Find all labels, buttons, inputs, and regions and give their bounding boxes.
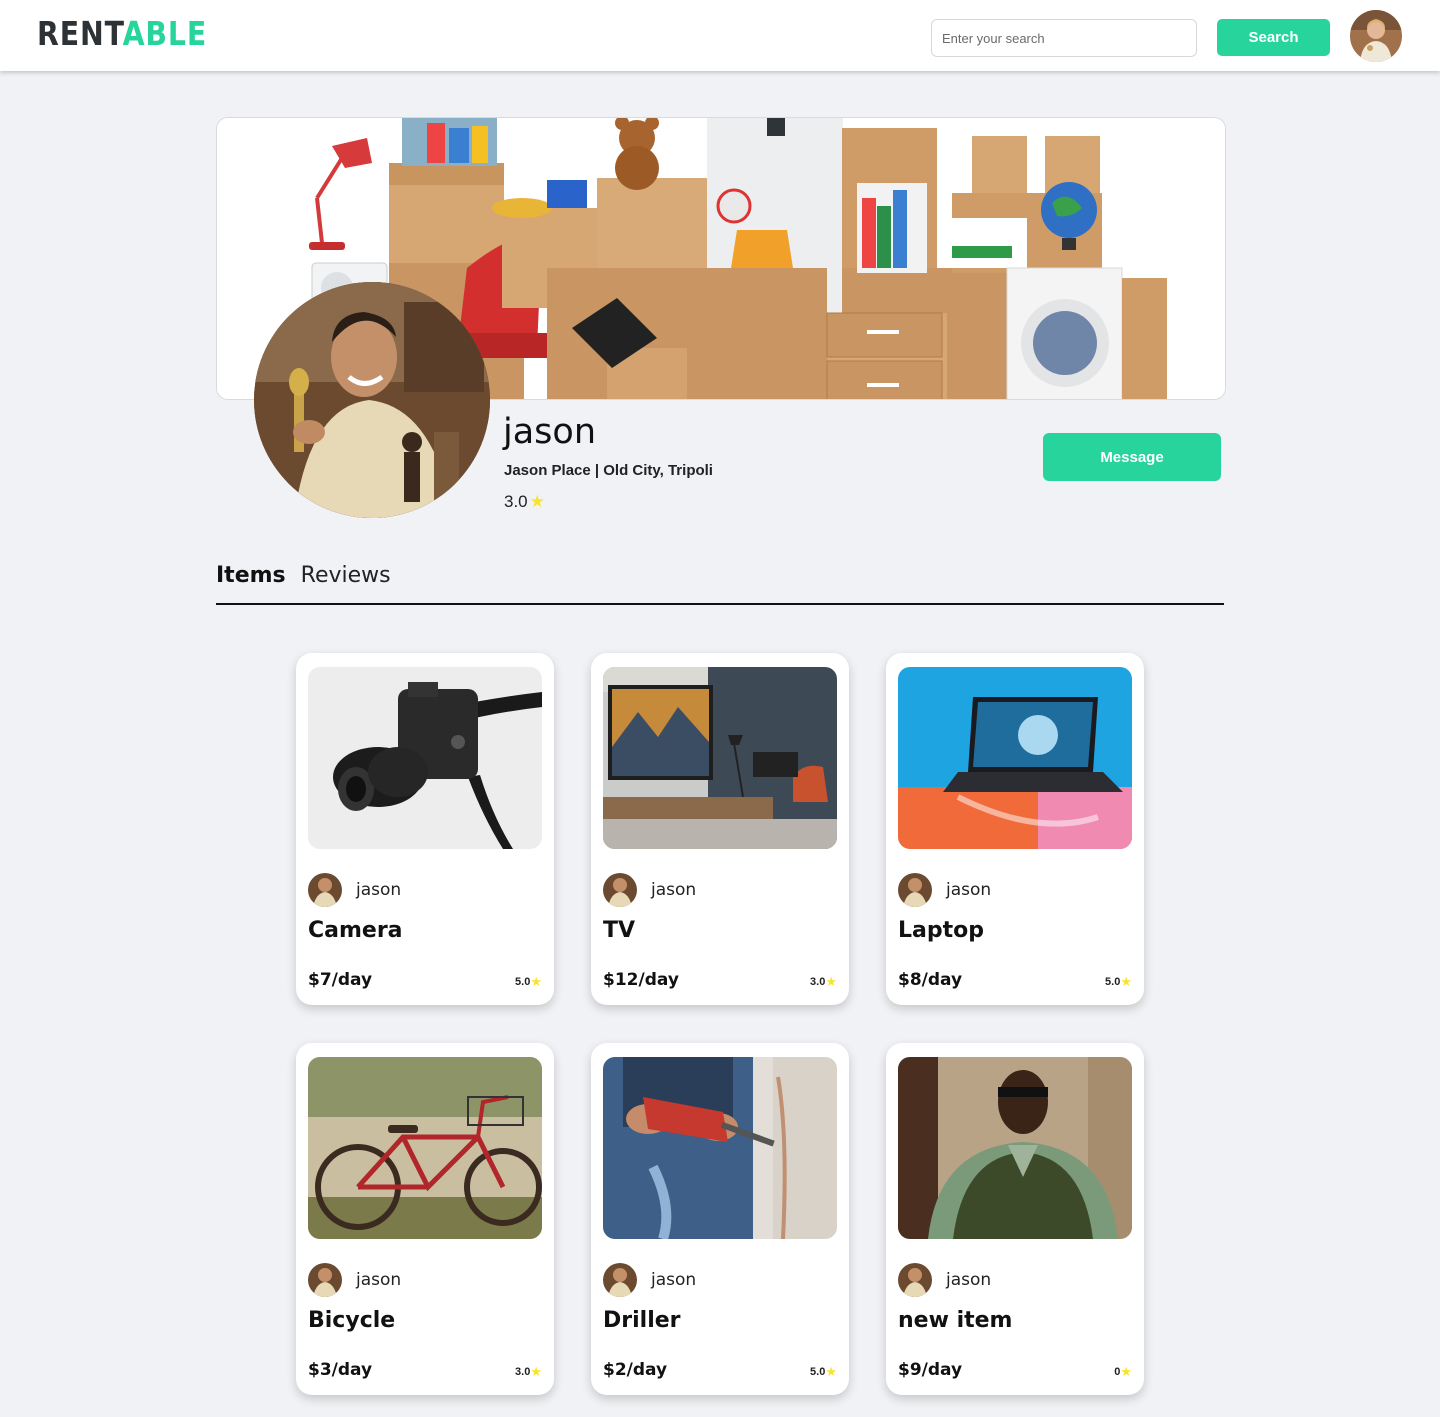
owner-name[interactable]: jason <box>356 1270 401 1290</box>
search-button[interactable]: Search <box>1217 19 1330 56</box>
item-rating-value: 5.0 <box>810 1366 826 1378</box>
item-rating: 5.0 ★ <box>1105 974 1132 990</box>
item-card-laptop[interactable]: jason Laptop $8/day 5.0 ★ <box>886 653 1144 1005</box>
owner-name[interactable]: jason <box>356 880 401 900</box>
item-rating: 3.0 ★ <box>515 1364 542 1380</box>
item-rating-value: 3.0 <box>810 976 826 988</box>
item-title[interactable]: Laptop <box>898 918 984 943</box>
owner-avatar <box>308 873 342 907</box>
profile-name: jason <box>503 412 597 452</box>
star-icon: ★ <box>1120 1364 1132 1379</box>
item-card-bicycle[interactable]: jason Bicycle $3/day 3.0 ★ <box>296 1043 554 1395</box>
tabs-divider <box>216 603 1224 605</box>
profile-rating-value: 3.0 <box>504 492 528 511</box>
driller-photo <box>603 1057 837 1239</box>
item-card-tv[interactable]: jason TV $12/day 3.0 ★ <box>591 653 849 1005</box>
star-icon: ★ <box>825 1364 837 1379</box>
owner-name[interactable]: jason <box>651 880 696 900</box>
tab-items[interactable]: Items <box>216 563 286 588</box>
search-input[interactable] <box>931 19 1197 57</box>
item-price: $3/day <box>308 1360 373 1380</box>
item-price: $12/day <box>603 970 679 990</box>
item-card-camera[interactable]: jason Camera $7/day 5.0 ★ <box>296 653 554 1005</box>
owner-avatar <box>308 1263 342 1297</box>
profile-location: Jason Place | Old City, Tripoli <box>504 462 713 479</box>
star-icon: ★ <box>530 974 542 989</box>
item-title[interactable]: new item <box>898 1308 1012 1333</box>
item-rating: 0 ★ <box>1114 1364 1132 1380</box>
message-button[interactable]: Message <box>1043 433 1221 481</box>
logo[interactable]: RENTABLE <box>37 14 207 53</box>
item-rating: 5.0 ★ <box>515 974 542 990</box>
item-price: $8/day <box>898 970 963 990</box>
item-card-driller[interactable]: jason Driller $2/day 5.0 ★ <box>591 1043 849 1395</box>
star-icon: ★ <box>825 974 837 989</box>
owner-name[interactable]: jason <box>651 1270 696 1290</box>
profile-rating: 3.0 ★ <box>504 492 545 512</box>
item-price: $2/day <box>603 1360 668 1380</box>
tab-reviews[interactable]: Reviews <box>301 563 391 588</box>
star-icon: ★ <box>529 492 545 511</box>
camera-photo <box>308 667 542 849</box>
item-rating: 5.0 ★ <box>810 1364 837 1380</box>
item-price: $9/day <box>898 1360 963 1380</box>
owner-avatar <box>898 1263 932 1297</box>
owner-avatar <box>898 873 932 907</box>
item-rating-value: 5.0 <box>515 976 531 988</box>
owner-name[interactable]: jason <box>946 1270 991 1290</box>
item-title[interactable]: Camera <box>308 918 403 943</box>
star-icon: ★ <box>530 1364 542 1379</box>
laptop-photo <box>898 667 1132 849</box>
user-avatar[interactable] <box>1350 10 1402 62</box>
tv-photo <box>603 667 837 849</box>
item-rating: 3.0 ★ <box>810 974 837 990</box>
item-price: $7/day <box>308 970 373 990</box>
star-icon: ★ <box>1120 974 1132 989</box>
owner-avatar <box>603 1263 637 1297</box>
item-rating-value: 3.0 <box>515 1366 531 1378</box>
profile-tabs: Items Reviews <box>216 563 391 588</box>
item-card-new-item[interactable]: jason new item $9/day 0 ★ <box>886 1043 1144 1395</box>
item-title[interactable]: TV <box>603 918 635 943</box>
item-title[interactable]: Driller <box>603 1308 681 1333</box>
owner-avatar <box>603 873 637 907</box>
item-rating-value: 5.0 <box>1105 976 1121 988</box>
bicycle-photo <box>308 1057 542 1239</box>
top-navbar: RENTABLE Search <box>0 0 1440 71</box>
profile-avatar <box>254 282 490 518</box>
person-photo <box>898 1057 1132 1239</box>
owner-name[interactable]: jason <box>946 880 991 900</box>
item-title[interactable]: Bicycle <box>308 1308 395 1333</box>
